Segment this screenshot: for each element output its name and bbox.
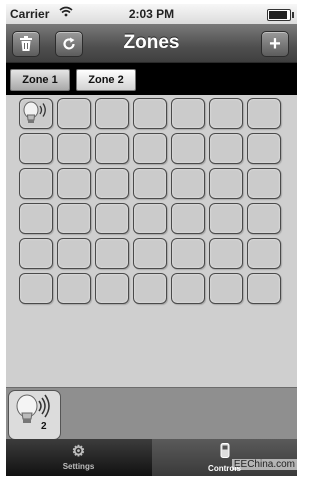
zone-cell[interactable]: [247, 168, 281, 199]
add-button[interactable]: +: [261, 31, 289, 57]
light-bulb-icon: [23, 101, 46, 123]
zone-cell[interactable]: [57, 203, 91, 234]
tab-bar: ⚙ Settings Controls: [6, 439, 297, 476]
light-count-badge: 2: [41, 421, 47, 432]
zone-tabs: Zone 1 Zone 2: [6, 63, 297, 95]
zone-grid: [19, 98, 289, 304]
zone-cell[interactable]: [19, 273, 53, 304]
gear-icon: ⚙: [71, 443, 86, 460]
watermark: EEChina.com: [231, 459, 297, 470]
zone-cell[interactable]: [133, 133, 167, 164]
zone-cell[interactable]: [57, 168, 91, 199]
zone-cell[interactable]: [19, 133, 53, 164]
zone-cell[interactable]: [247, 203, 281, 234]
clock: 2:03 PM: [128, 7, 175, 21]
zone-cell[interactable]: [209, 133, 243, 164]
zone-cell[interactable]: [133, 203, 167, 234]
zone-cell[interactable]: [171, 203, 205, 234]
zone-cell[interactable]: [247, 238, 281, 269]
zone-cell[interactable]: [209, 168, 243, 199]
zone-cell[interactable]: [95, 203, 129, 234]
zone-cell[interactable]: [95, 133, 129, 164]
zone-cell[interactable]: [247, 273, 281, 304]
zone-cell[interactable]: [57, 98, 91, 129]
zone-cell[interactable]: [57, 238, 91, 269]
zone-cell[interactable]: [171, 133, 205, 164]
tab-zone-2[interactable]: Zone 2: [76, 69, 136, 91]
zone-cell[interactable]: [57, 133, 91, 164]
zone-cell[interactable]: [95, 238, 129, 269]
zone-cell[interactable]: [171, 168, 205, 199]
tab-settings[interactable]: ⚙ Settings: [6, 439, 151, 476]
zone-cell[interactable]: [209, 273, 243, 304]
status-bar: Carrier 2:03 PM: [6, 4, 297, 24]
zone-cell[interactable]: [133, 98, 167, 129]
app-screen: Carrier 2:03 PM Zones + Zone 1 Zone 2 2 …: [6, 4, 297, 476]
zone-cell[interactable]: [171, 98, 205, 129]
zone-cell[interactable]: [19, 168, 53, 199]
zone-cell[interactable]: [19, 203, 53, 234]
page-title: Zones: [123, 32, 180, 53]
light-device-tile[interactable]: 2: [8, 390, 61, 440]
zone-cell[interactable]: [209, 98, 243, 129]
zone-cell[interactable]: [95, 168, 129, 199]
tab-zone-1[interactable]: Zone 1: [10, 69, 70, 91]
battery-icon: [267, 9, 294, 21]
zone-cell[interactable]: [247, 133, 281, 164]
zone-cell[interactable]: [171, 238, 205, 269]
zone-cell[interactable]: [57, 273, 91, 304]
zone-cell[interactable]: [133, 168, 167, 199]
zone-cell[interactable]: [95, 273, 129, 304]
light-bulb-icon: [16, 394, 50, 423]
navigation-bar: Zones +: [6, 24, 297, 63]
zone-cell[interactable]: [209, 238, 243, 269]
zone-cell[interactable]: [247, 98, 281, 129]
tab-settings-label: Settings: [62, 462, 95, 471]
zone-cell[interactable]: [95, 98, 129, 129]
zone-cell[interactable]: [209, 203, 243, 234]
tab-controls[interactable]: Controls: [152, 439, 297, 476]
zone-cell[interactable]: [171, 273, 205, 304]
zone-cell[interactable]: [133, 238, 167, 269]
device-tray: 2: [6, 387, 297, 440]
zone-cell[interactable]: [19, 238, 53, 269]
zone-cell[interactable]: [133, 273, 167, 304]
zone-cell[interactable]: [19, 98, 53, 129]
